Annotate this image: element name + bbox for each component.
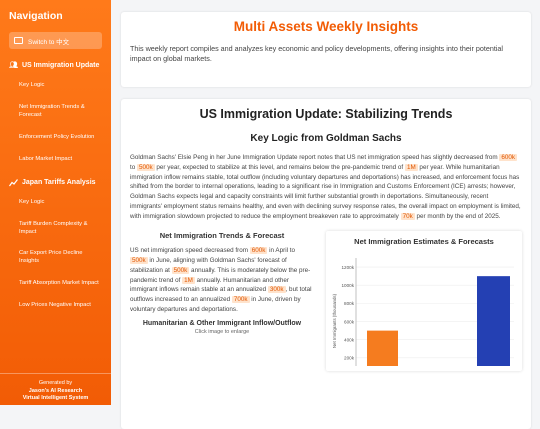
sidebar-item-key-logic[interactable]: Key Logic (9, 82, 102, 90)
trends-title: Net Immigration Trends & Forecast (159, 231, 285, 241)
sidebar-item-net-immigration[interactable]: Net Immigration Trends & Forecast (9, 104, 102, 120)
sidebar-item-key-logic[interactable]: Key Logic (9, 199, 102, 207)
sidebar-section-label: Japan Tariffs Analysis (22, 178, 96, 186)
section-title: US Immigration Update: Stabilizing Trend… (199, 107, 453, 121)
highlight: 600k (249, 247, 268, 255)
sidebar-item-tariff-burden[interactable]: Tariff Burden Complexity & Impact (9, 221, 102, 237)
net-immigration-chart[interactable]: Net Immigration Estimates & Forecasts 02… (326, 231, 522, 379)
sidebar-section-label: US Immigration Update (22, 62, 100, 69)
sidebar-section-japan-tariffs[interactable]: Japan Tariffs Analysis (9, 178, 102, 187)
y-tick-label: 600k (344, 320, 355, 325)
y-tick-label: 1000k (341, 283, 354, 288)
sidebar-footer: Generated by Jason's AI Research Virtual… (0, 372, 111, 405)
highlight: 500k (137, 163, 155, 171)
footer-line: Jason's AI Research (28, 387, 83, 394)
highlight: 500k (130, 257, 148, 264)
y-axis-label: Net Immigrants (thousands) (332, 294, 337, 349)
highlight: 700k (231, 296, 250, 303)
y-tick-label: 1200k (341, 265, 354, 270)
highlight: 70k (400, 212, 415, 220)
immigration-section: US Immigration Update: Stabilizing Trend… (121, 99, 531, 429)
page-title: Multi Assets Weekly Insights (233, 19, 419, 34)
trends-column: Net Immigration Trends & Forecast US net… (130, 231, 314, 371)
highlight: 500k (171, 266, 190, 274)
sidebar: Navigation Switch to 中文 👥︎ US Immigratio… (0, 0, 111, 405)
main-content: Multi Assets Weekly Insights This weekly… (121, 12, 531, 429)
key-logic-title: Key Logic from Goldman Sachs (250, 133, 402, 144)
chart-bar (367, 330, 398, 377)
footer-line: Generated by (38, 379, 73, 386)
footer-line: Virtual Intelligent System (22, 395, 89, 402)
highlight: 1M (404, 163, 418, 171)
language-switch-label: Switch to 中文 (28, 38, 70, 46)
sidebar-title: Navigation (9, 10, 63, 22)
key-logic-text: Goldman Sachs' Elsie Peng in her June Im… (130, 154, 521, 220)
highlight: 300k (267, 286, 286, 294)
chart-svg: 0200k400k600k800k1000k1200kNet Immigrant… (332, 258, 514, 379)
intro-text: This weekly report compiles and analyzes… (130, 44, 504, 64)
highlight: 600k (499, 154, 518, 161)
y-tick-label: 400k (344, 338, 355, 343)
two-column: Net Immigration Trends & Forecast US net… (130, 231, 522, 379)
header-card: Multi Assets Weekly Insights This weekly… (121, 12, 531, 87)
chart-line-icon (9, 178, 18, 187)
users-icon: 👥︎ (9, 62, 18, 69)
trends-text: US net immigration speed decreased from … (130, 247, 312, 313)
sidebar-item-enforcement[interactable]: Enforcement Policy Evolution (9, 134, 102, 142)
y-tick-label: 800k (344, 301, 355, 306)
sidebar-item-low-prices[interactable]: Low Prices Negative Impact (9, 302, 102, 310)
enlarge-caption[interactable]: Click image to enlarge (130, 329, 314, 335)
sidebar-section-us-immigration[interactable]: 👥︎ US Immigration Update (9, 61, 102, 70)
highlight: 1M (182, 276, 195, 284)
sidebar-item-labor-market[interactable]: Labor Market Impact (9, 156, 102, 164)
sidebar-item-car-export[interactable]: Car Export Price Decline Insights (9, 250, 102, 266)
chart-bar (477, 276, 510, 377)
chart-title: Net Immigration Estimates & Forecasts (354, 237, 494, 247)
sidebar-item-tariff-absorption[interactable]: Tariff Absorption Market Impact (9, 280, 102, 288)
inflow-outflow-title: Humanitarian & Other Immigrant Inflow/Ou… (142, 319, 302, 327)
language-icon (14, 37, 23, 44)
language-switch-button[interactable]: Switch to 中文 (9, 32, 102, 49)
y-tick-label: 200k (344, 356, 355, 361)
